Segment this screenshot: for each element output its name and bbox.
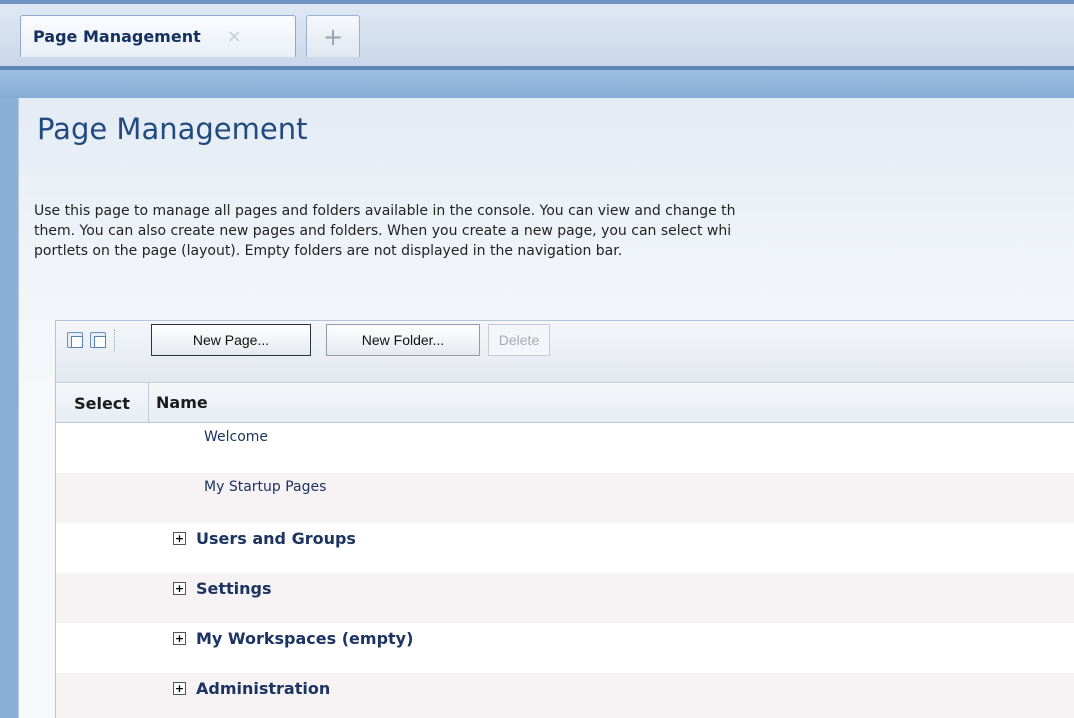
- delete-button[interactable]: Delete: [488, 324, 550, 356]
- select-cell[interactable]: [56, 523, 149, 573]
- page-link-my-startup-pages[interactable]: My Startup Pages: [204, 479, 326, 495]
- page-title: Page Management: [37, 112, 308, 146]
- table-row[interactable]: Welcome: [56, 423, 1074, 473]
- expand-icon[interactable]: +: [173, 532, 186, 545]
- plus-icon: +: [322, 22, 344, 51]
- add-tab-button[interactable]: +: [306, 15, 360, 57]
- pages-table: New Page... New Folder... Delete Select …: [55, 320, 1074, 718]
- folder-my-workspaces[interactable]: My Workspaces (empty): [196, 629, 413, 648]
- table-row[interactable]: + Administration: [56, 673, 1074, 718]
- tab-label: Page Management: [33, 27, 201, 46]
- expand-icon[interactable]: +: [173, 632, 186, 645]
- table-row[interactable]: + Settings: [56, 573, 1074, 623]
- select-cell[interactable]: [56, 573, 149, 623]
- table-row[interactable]: + My Workspaces (empty): [56, 623, 1074, 673]
- folder-administration[interactable]: Administration: [196, 679, 330, 698]
- deselect-all-icon[interactable]: [90, 332, 106, 348]
- select-cell[interactable]: [56, 673, 149, 718]
- header-band: [0, 70, 1074, 98]
- page-description: Use this page to manage all pages and fo…: [34, 203, 736, 259]
- new-page-button[interactable]: New Page...: [151, 324, 311, 356]
- expand-icon[interactable]: +: [173, 682, 186, 695]
- table-row[interactable]: + Users and Groups: [56, 523, 1074, 573]
- column-header-select[interactable]: Select: [56, 383, 149, 423]
- column-header-name[interactable]: Name: [156, 393, 208, 412]
- folder-users-and-groups[interactable]: Users and Groups: [196, 529, 356, 548]
- select-all-icon[interactable]: [67, 332, 83, 348]
- tab-bar: Page Management × +: [0, 0, 1074, 70]
- table-toolbar: New Page... New Folder... Delete: [56, 321, 1074, 383]
- folder-settings[interactable]: Settings: [196, 579, 272, 598]
- tab-page-management[interactable]: Page Management ×: [20, 15, 296, 57]
- page-link-welcome[interactable]: Welcome: [204, 429, 268, 445]
- select-cell[interactable]: [56, 423, 149, 473]
- new-folder-button[interactable]: New Folder...: [326, 324, 480, 356]
- select-cell[interactable]: [56, 623, 149, 673]
- table-row[interactable]: My Startup Pages: [56, 473, 1074, 523]
- table-header: Select Name: [56, 383, 1074, 423]
- select-cell[interactable]: [56, 473, 149, 523]
- toolbar-divider: [114, 329, 115, 351]
- close-icon[interactable]: ×: [227, 26, 242, 47]
- expand-icon[interactable]: +: [173, 582, 186, 595]
- main-panel: Page Management Use this page to manage …: [18, 98, 1074, 718]
